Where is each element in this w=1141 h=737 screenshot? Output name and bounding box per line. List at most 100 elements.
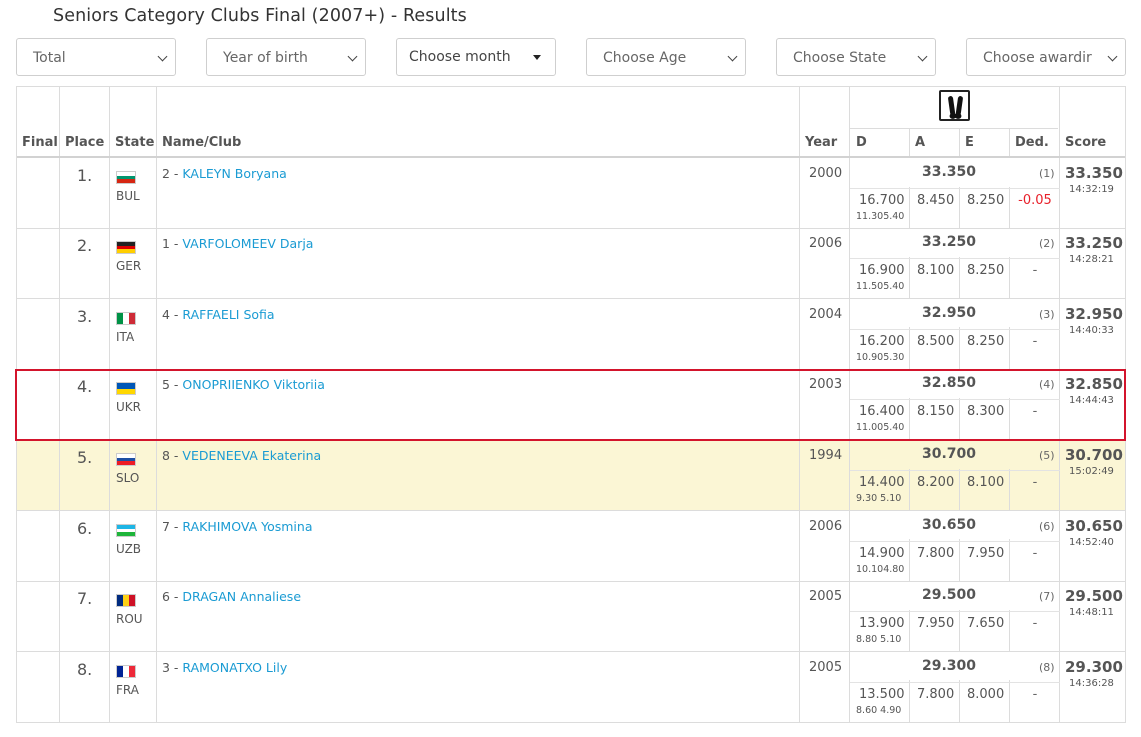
d-score: 16.200 — [859, 334, 905, 349]
score-time: 15:02:49 — [1069, 466, 1114, 477]
col-state: State — [115, 135, 155, 150]
e-score: 8.250 — [967, 334, 1005, 349]
page-title: Seniors Category Clubs Final (2007+) - R… — [53, 6, 467, 26]
apparatus-rank: (3) — [1039, 308, 1055, 321]
athlete-link[interactable]: RAFFAELI Sofia — [182, 307, 274, 322]
athlete-name-cell: 1 - VARFOLOMEEV Darja — [162, 236, 313, 251]
place-cell: 6. — [77, 519, 93, 538]
apparatus-rank: (5) — [1039, 449, 1055, 462]
state-code: UZB — [116, 542, 142, 556]
start-number: 2 - — [162, 166, 183, 181]
table-row[interactable]: 5. SLO 8 - VEDENEEVA Ekaterina 1994 30.700 (5… — [17, 440, 1125, 510]
choose-awarding-select[interactable]: Choose awardir — [966, 38, 1126, 76]
birth-year: 2005 — [809, 660, 843, 675]
fra-flag-icon — [116, 665, 136, 678]
athlete-name-cell: 4 - RAFFAELI Sofia — [162, 307, 275, 322]
cell-divider — [850, 258, 1060, 259]
col-score: Score — [1065, 135, 1107, 150]
start-number: 8 - — [162, 448, 183, 463]
d-breakdown: 8.80 5.10 — [856, 634, 902, 645]
cell-divider — [850, 541, 1060, 542]
chevron-down-icon — [1107, 51, 1118, 62]
state-code: SLO — [116, 471, 140, 485]
apparatus-total: 32.950 — [922, 305, 977, 321]
final-score: 30.650 — [1065, 517, 1123, 535]
cell-divider — [850, 188, 1060, 189]
place-cell: 7. — [77, 589, 93, 608]
d-score: 16.700 — [859, 193, 905, 208]
start-number: 6 - — [162, 589, 183, 604]
athlete-link[interactable]: VEDENEEVA Ekaterina — [182, 448, 321, 463]
birth-year: 2004 — [809, 307, 843, 322]
table-row[interactable]: 7. ROU 6 - DRAGAN Annaliese 2005 29.500 (7) 13… — [17, 581, 1125, 651]
cell-divider — [850, 611, 1060, 612]
score-time: 14:28:21 — [1069, 254, 1114, 265]
d-breakdown: 11.505.40 — [856, 281, 905, 292]
cell-divider — [850, 329, 1060, 330]
a-score: 8.100 — [917, 263, 955, 278]
final-score: 30.700 — [1065, 446, 1123, 464]
table-row[interactable]: 3. ITA 4 - RAFFAELI Sofia 2004 32.950 (3) 16.2… — [17, 299, 1125, 369]
year-of-birth-label: Year of birth — [223, 50, 308, 66]
athlete-link[interactable]: RAMONATXO Lily — [182, 660, 287, 675]
apparatus-total: 29.500 — [922, 587, 977, 603]
deduction: - — [1032, 546, 1038, 561]
final-score: 29.500 — [1065, 587, 1123, 605]
athlete-link[interactable]: RAKHIMOVA Yosmina — [182, 519, 312, 534]
col-year: Year — [805, 135, 838, 150]
chevron-down-icon — [347, 51, 358, 62]
start-number: 7 - — [162, 519, 183, 534]
birth-year: 1994 — [809, 448, 843, 463]
score-time: 14:36:28 — [1069, 678, 1114, 689]
score-time: 14:48:11 — [1069, 607, 1114, 618]
col-ded: Ded. — [1015, 135, 1049, 150]
chevron-down-icon — [917, 51, 928, 62]
d-breakdown: 9.30 5.10 — [856, 493, 902, 504]
table-row[interactable]: 6. UZB 7 - RAKHIMOVA Yosmina 2006 30.650 (6) 1… — [17, 511, 1125, 581]
athlete-name-cell: 6 - DRAGAN Annaliese — [162, 589, 301, 604]
ger-flag-icon — [116, 241, 136, 254]
athlete-name-cell: 3 - RAMONATXO Lily — [162, 660, 287, 675]
birth-year: 2006 — [809, 519, 843, 534]
selected-row-outline — [15, 369, 1126, 441]
choose-age-select[interactable]: Choose Age — [586, 38, 746, 76]
score-time: 14:32:19 — [1069, 184, 1114, 195]
athlete-link[interactable]: VARFOLOMEEV Darja — [182, 236, 313, 251]
apparatus-rank: (8) — [1039, 661, 1055, 674]
score-time: 14:52:40 — [1069, 537, 1114, 548]
a-score: 7.950 — [917, 616, 955, 631]
deduction: -0.05 — [1018, 193, 1052, 208]
start-number: 4 - — [162, 307, 183, 322]
slo-flag-icon — [116, 453, 136, 466]
a-score: 7.800 — [917, 546, 955, 561]
athlete-link[interactable]: DRAGAN Annaliese — [182, 589, 301, 604]
state-code: BUL — [116, 189, 140, 203]
place-cell: 2. — [77, 236, 93, 255]
d-breakdown: 10.104.80 — [856, 564, 905, 575]
total-select[interactable]: Total — [16, 38, 176, 76]
e-score: 7.950 — [967, 546, 1005, 561]
athlete-link[interactable]: KALEYN Boryana — [182, 166, 286, 181]
choose-month-dropdown[interactable]: Choose month — [396, 38, 556, 76]
table-row[interactable]: 2. GER 1 - VARFOLOMEEV Darja 2006 33.250 (2) 1… — [17, 228, 1125, 298]
a-score: 7.800 — [917, 687, 955, 702]
final-score: 32.950 — [1065, 305, 1123, 323]
table-row[interactable]: 1. BUL 2 - KALEYN Boryana 2000 33.350 (1) 16.7… — [17, 158, 1125, 228]
rou-flag-icon — [116, 594, 136, 607]
table-row[interactable]: 8. FRA 3 - RAMONATXO Lily 2005 29.300 (8) 13.5… — [17, 652, 1125, 722]
ita-flag-icon — [116, 312, 136, 325]
state-code: ROU — [116, 612, 143, 626]
final-score: 33.250 — [1065, 234, 1123, 252]
choose-state-select[interactable]: Choose State — [776, 38, 936, 76]
choose-awarding-label: Choose awardir — [983, 50, 1092, 66]
d-breakdown: 8.60 4.90 — [856, 705, 902, 716]
apparatus-total: 33.350 — [922, 164, 977, 180]
col-a: A — [915, 135, 926, 150]
choose-state-label: Choose State — [793, 50, 887, 66]
apparatus-rank: (1) — [1039, 167, 1055, 180]
year-of-birth-select[interactable]: Year of birth — [206, 38, 366, 76]
choose-month-label: Choose month — [409, 49, 511, 65]
col-name: Name/Club — [162, 135, 242, 150]
clubs-icon — [939, 90, 970, 121]
apparatus-rank: (2) — [1039, 237, 1055, 250]
